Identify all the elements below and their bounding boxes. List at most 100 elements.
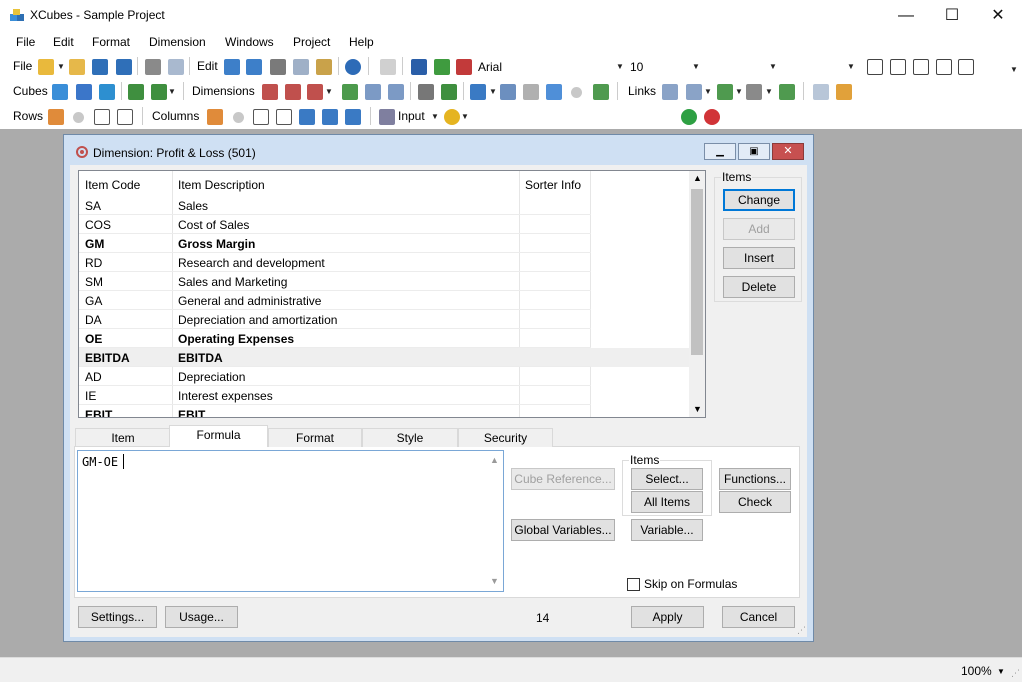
zoom-icon[interactable]: [380, 59, 396, 75]
chevron-down-icon[interactable]: ▼: [765, 87, 773, 96]
table-row[interactable]: RD Research and development: [79, 253, 689, 272]
rows-sum-icon[interactable]: [117, 109, 133, 125]
wrap-text-icon[interactable]: [958, 59, 974, 75]
menu-format[interactable]: Format: [92, 35, 130, 49]
scroll-down-icon[interactable]: ▼: [693, 404, 702, 414]
cube-add-icon[interactable]: [128, 84, 144, 100]
delete-button[interactable]: Delete: [723, 276, 795, 298]
table-row[interactable]: OE Operating Expenses: [79, 329, 689, 348]
chevron-down-icon[interactable]: ▼: [704, 87, 712, 96]
print-preview-icon[interactable]: [168, 59, 184, 75]
menu-edit[interactable]: Edit: [53, 35, 74, 49]
find-icon[interactable]: [365, 84, 381, 100]
save-all-icon[interactable]: [116, 59, 132, 75]
table-row[interactable]: SM Sales and Marketing: [79, 272, 689, 291]
calculator-icon[interactable]: [470, 84, 486, 100]
save-icon[interactable]: [92, 59, 108, 75]
columns-sum-icon[interactable]: [276, 109, 292, 125]
tab-format[interactable]: Format: [268, 428, 362, 447]
circle-icon[interactable]: [233, 112, 244, 123]
change-button[interactable]: Change: [723, 189, 795, 211]
bold-icon[interactable]: [913, 59, 929, 75]
open-folder-icon[interactable]: [69, 59, 85, 75]
table-row[interactable]: GA General and administrative: [79, 291, 689, 310]
italic-icon[interactable]: [890, 59, 906, 75]
redo-icon[interactable]: [246, 59, 262, 75]
menu-windows[interactable]: Windows: [225, 35, 274, 49]
help-icon[interactable]: [345, 59, 361, 75]
resize-grip-icon[interactable]: ⋰: [797, 625, 806, 636]
normal-text-icon[interactable]: [867, 59, 883, 75]
table-row[interactable]: GM Gross Margin: [79, 234, 689, 253]
formula-editor[interactable]: GM-OE ▲ ▼: [77, 450, 504, 592]
gear-icon[interactable]: [746, 84, 762, 100]
sort-icon[interactable]: [345, 109, 361, 125]
cube-check-icon[interactable]: [99, 84, 115, 100]
global-variables-button[interactable]: Global Variables...: [511, 519, 615, 541]
new-project-icon[interactable]: [38, 59, 54, 75]
scroll-up-icon[interactable]: ▲: [490, 455, 499, 465]
rows-text-icon[interactable]: [94, 109, 110, 125]
chevron-down-icon[interactable]: ▼: [325, 87, 333, 96]
undo-icon[interactable]: [224, 59, 240, 75]
link-add-icon[interactable]: [686, 84, 702, 100]
skip-on-formulas-label[interactable]: Skip on Formulas: [644, 577, 737, 591]
dialog-close-button[interactable]: ✕: [772, 143, 804, 160]
table-row[interactable]: DA Depreciation and amortization: [79, 310, 689, 329]
wand-icon[interactable]: [523, 84, 539, 100]
dimension-icon[interactable]: [262, 84, 278, 100]
copy-icon[interactable]: [293, 59, 309, 75]
variable-button[interactable]: Variable...: [631, 519, 703, 541]
items-grid[interactable]: Item Code Item Description Sorter Info S…: [78, 170, 706, 418]
insert-button[interactable]: Insert: [723, 247, 795, 269]
input-value-field[interactable]: [475, 107, 675, 126]
dimension-edit-icon[interactable]: [285, 84, 301, 100]
menu-project[interactable]: Project: [293, 35, 330, 49]
chevron-down-icon[interactable]: ▼: [735, 87, 743, 96]
star-icon[interactable]: [546, 84, 562, 100]
menu-help[interactable]: Help: [349, 35, 374, 49]
style-select[interactable]: ▼: [704, 57, 777, 76]
font-size-select[interactable]: 10 ▼: [628, 57, 700, 76]
font-style-icon[interactable]: [411, 59, 427, 75]
chevron-down-icon[interactable]: ▼: [489, 87, 497, 96]
columns-text-icon[interactable]: [253, 109, 269, 125]
fill-color-icon[interactable]: [456, 59, 472, 75]
cancel-icon[interactable]: [704, 109, 720, 125]
check-formula-button[interactable]: Check: [719, 491, 791, 513]
table-row[interactable]: IE Interest expenses: [79, 386, 689, 405]
chevron-down-icon[interactable]: ▼: [461, 112, 469, 121]
sort-ascending-icon[interactable]: [299, 109, 315, 125]
link-icon[interactable]: [418, 84, 434, 100]
add-button[interactable]: Add: [723, 218, 795, 240]
refresh-icon[interactable]: [342, 84, 358, 100]
settings-button[interactable]: Settings...: [78, 606, 157, 628]
chevron-down-icon[interactable]: ▼: [997, 667, 1005, 676]
underline-icon[interactable]: [936, 59, 952, 75]
cancel-button[interactable]: Cancel: [722, 606, 795, 628]
cut-icon[interactable]: [270, 59, 286, 75]
skip-on-formulas-checkbox[interactable]: [627, 578, 640, 591]
coin-icon[interactable]: [444, 109, 460, 125]
tab-formula[interactable]: Formula: [169, 425, 268, 447]
dialog-minimize-button[interactable]: ▁: [704, 143, 736, 160]
table-row[interactable]: COS Cost of Sales: [79, 215, 689, 234]
font-name-select[interactable]: Arial ▼: [476, 57, 624, 76]
grid-colored-icon[interactable]: [836, 84, 852, 100]
scroll-down-icon[interactable]: ▼: [490, 576, 499, 586]
print-icon[interactable]: [145, 59, 161, 75]
circle-icon[interactable]: [73, 112, 84, 123]
find-next-icon[interactable]: [388, 84, 404, 100]
chart-icon[interactable]: [593, 84, 609, 100]
font-color-icon[interactable]: [434, 59, 450, 75]
number-format-select[interactable]: ▼: [782, 57, 855, 76]
dimension-settings-icon[interactable]: [307, 84, 323, 100]
transfer-icon[interactable]: [441, 84, 457, 100]
functions-button[interactable]: Functions...: [719, 468, 791, 490]
dialog-restore-button[interactable]: ▣: [738, 143, 770, 160]
rows-grid-icon[interactable]: [48, 109, 64, 125]
apply-button[interactable]: Apply: [631, 606, 704, 628]
paste-icon[interactable]: [316, 59, 332, 75]
export-icon[interactable]: [779, 84, 795, 100]
columns-grid-icon[interactable]: [207, 109, 223, 125]
